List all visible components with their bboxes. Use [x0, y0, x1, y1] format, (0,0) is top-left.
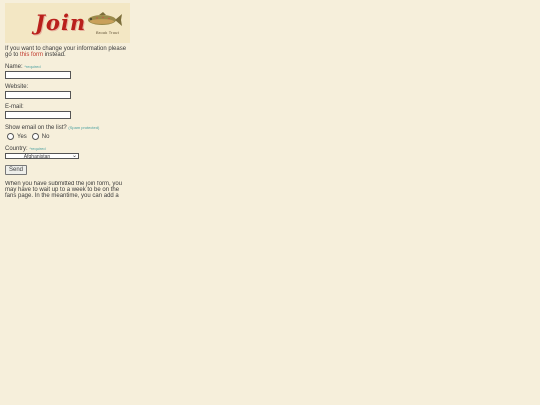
email-label: E-mail: [5, 104, 24, 110]
country-label: Country: [5, 146, 28, 152]
banner-title: Join [35, 10, 87, 35]
name-required-note: *required [24, 64, 41, 69]
send-button[interactable]: Send [5, 165, 28, 175]
show-email-no-label: No [41, 133, 50, 140]
banner-caption: Brook Trout [96, 30, 119, 35]
website-input[interactable] [5, 91, 71, 99]
website-field-group: Website: [5, 84, 133, 99]
intro-text-after: instead. [43, 52, 66, 58]
country-required-note: *required [29, 146, 46, 151]
show-email-yes-label: Yes [17, 133, 27, 140]
chevron-down-icon: ⌄ [71, 153, 77, 159]
join-banner: Join Brook Trout [5, 3, 130, 43]
email-input[interactable] [5, 111, 71, 119]
name-label: Name: [5, 64, 23, 70]
email-field-group: E-mail: [5, 104, 133, 119]
spam-protected-note: (Spam protected) [68, 125, 100, 130]
intro-text: If you want to change your information p… [5, 46, 133, 58]
name-input[interactable] [5, 71, 71, 79]
country-selected-value: Afghanistan [23, 154, 51, 160]
website-label: Website: [5, 84, 29, 90]
show-email-label: Show email on the list? [5, 125, 67, 131]
show-email-yes-radio[interactable] [7, 133, 14, 140]
this-form-link[interactable]: this form [20, 52, 43, 58]
name-field-group: Name: *required [5, 63, 133, 79]
country-field-group: Country: *required Afghanistan ⌄ [5, 145, 133, 160]
fish-icon [88, 12, 122, 26]
join-info-note: When you have submitted the join form, y… [5, 181, 123, 199]
country-select[interactable]: Afghanistan ⌄ [5, 153, 79, 160]
show-email-no-radio[interactable] [31, 133, 39, 140]
show-email-group: Show email on the list? (Spam protected)… [5, 124, 133, 140]
join-page: Join Brook Trout If you want to change y… [5, 3, 133, 199]
